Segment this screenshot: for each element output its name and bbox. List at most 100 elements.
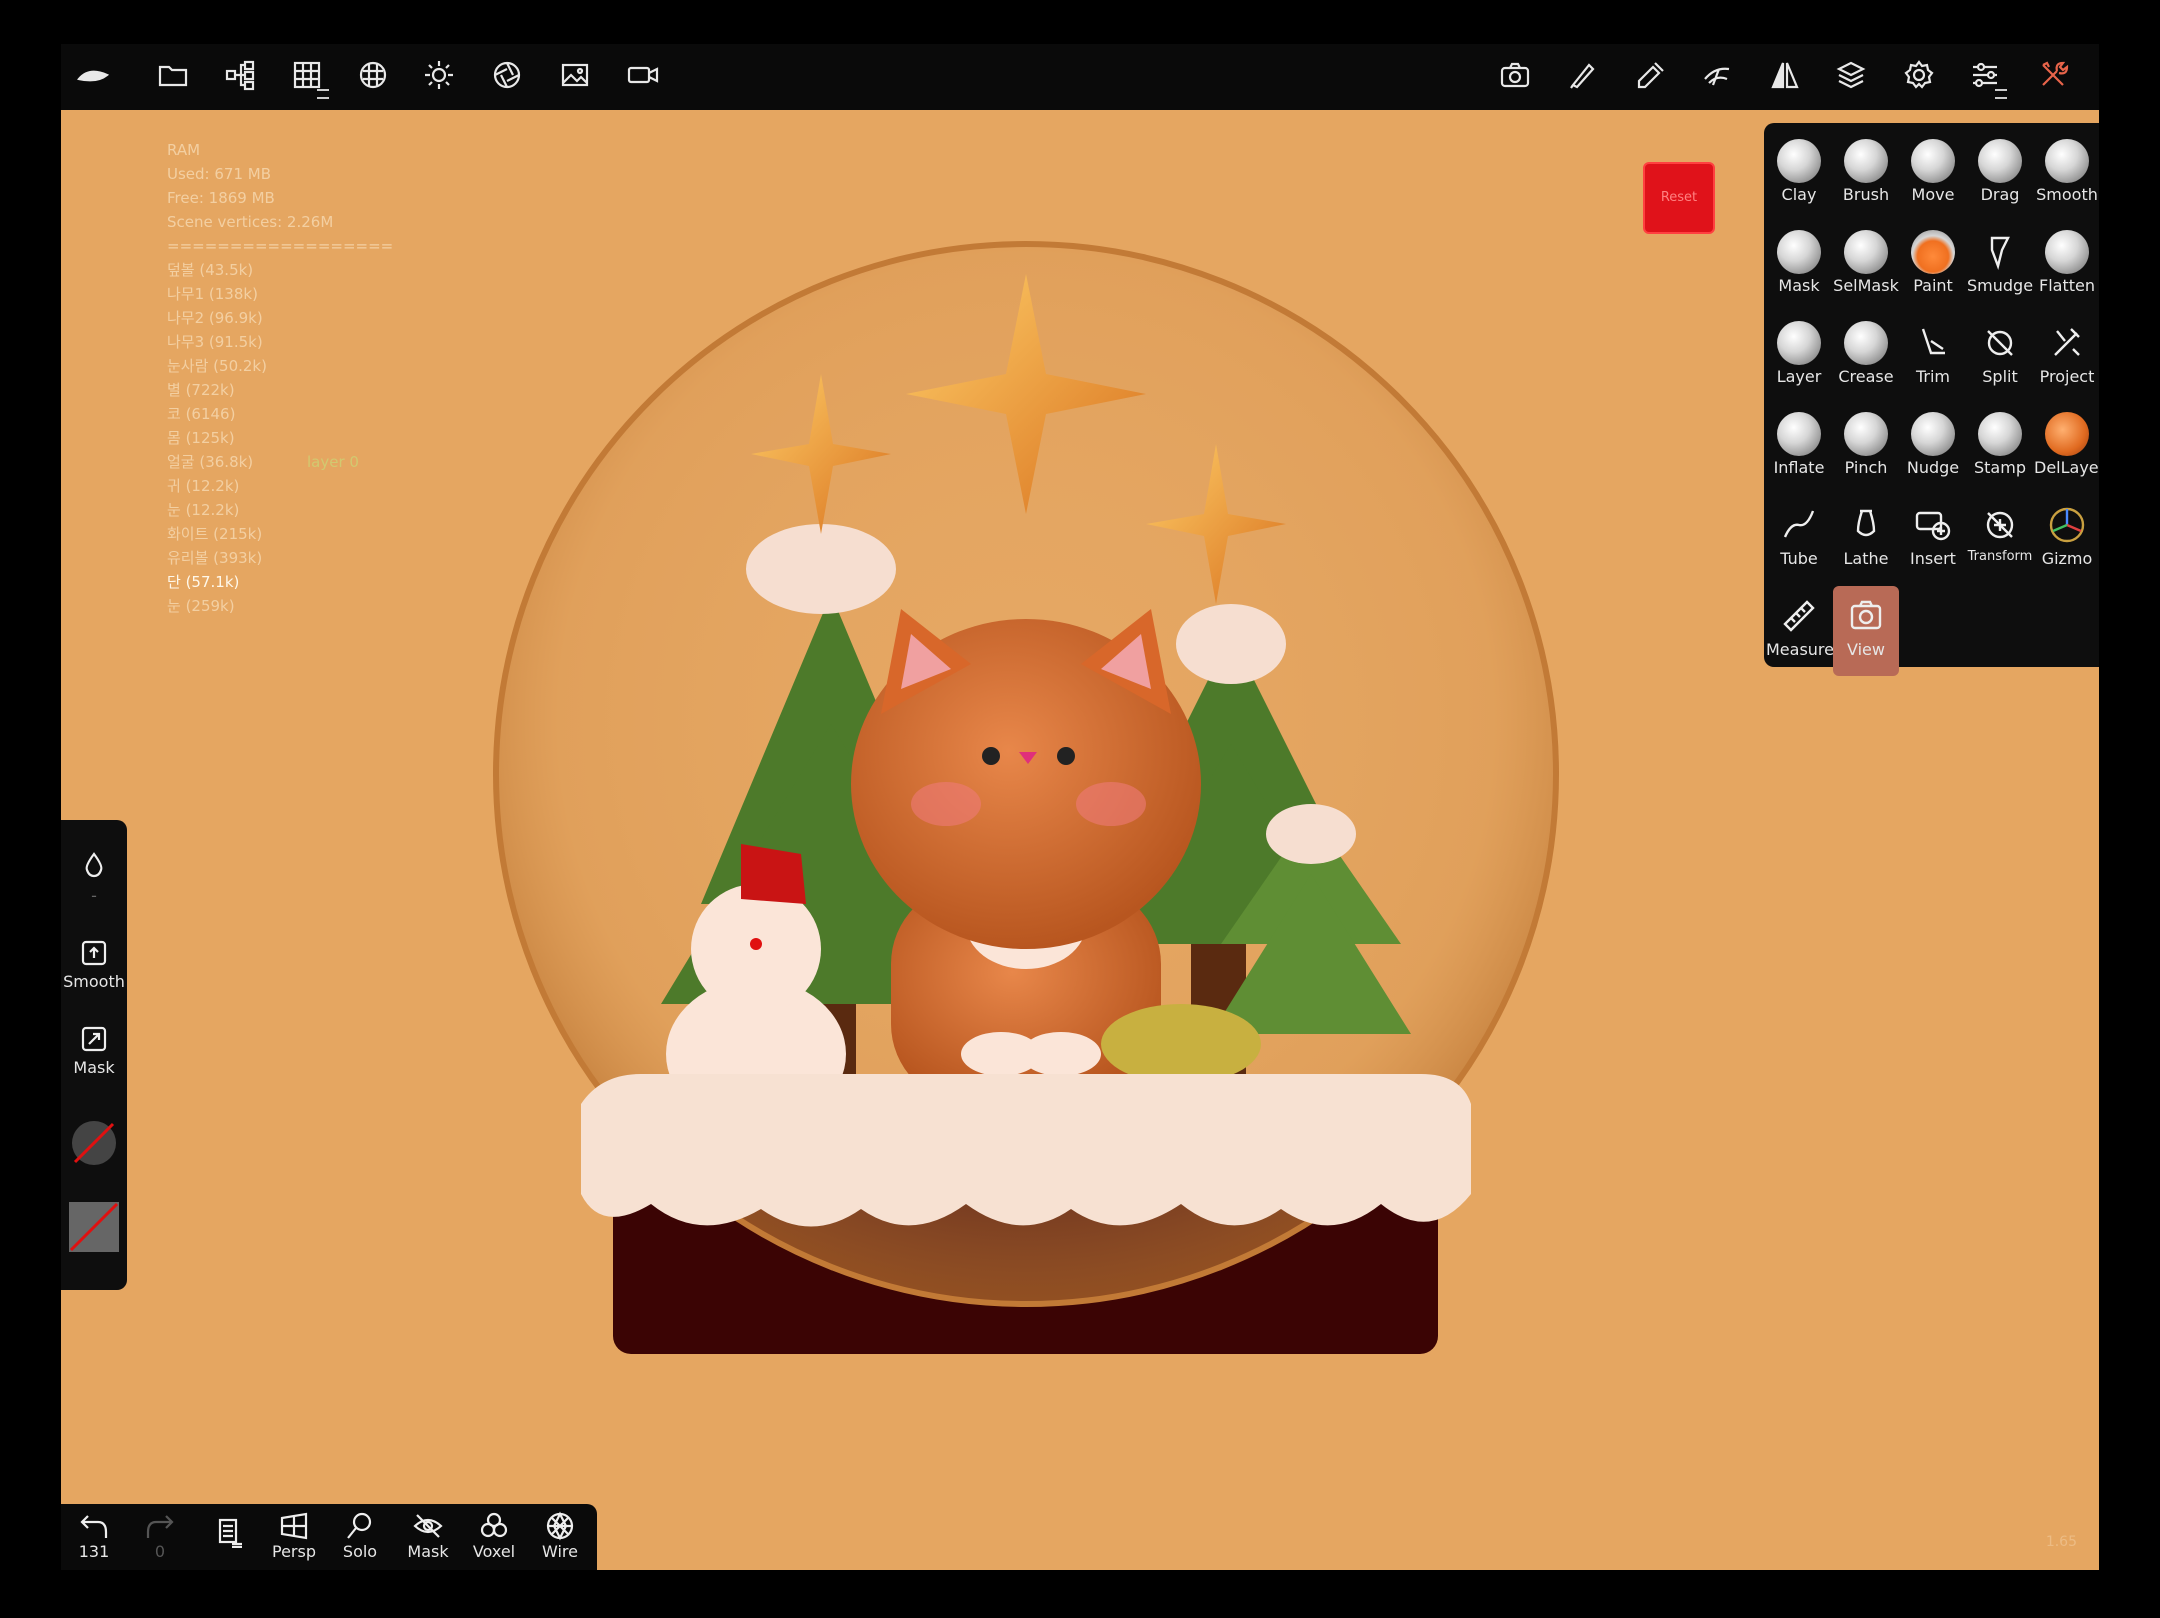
tool-insert[interactable]: Insert (1900, 495, 1966, 585)
scene-tree-icon[interactable] (221, 57, 261, 97)
drag-icon (1978, 139, 2022, 183)
redo-button[interactable]: 0 (127, 1508, 193, 1561)
viewport[interactable]: RAM Used: 671 MB Free: 1869 MB Scene vertic… (61, 44, 2099, 1570)
device-frame: RAM Used: 671 MB Free: 1869 MB Scene vertic… (0, 0, 2160, 1618)
stats-line: RAM (167, 141, 201, 159)
tool-move[interactable]: Move (1900, 131, 1966, 221)
video-icon[interactable] (623, 57, 663, 97)
voxel-button[interactable]: Voxel (461, 1508, 527, 1561)
settings-gear-icon[interactable] (1899, 57, 1939, 97)
object-list-item[interactable]: 덮볼 (43.5k) (167, 258, 393, 282)
stroke-tool-icon[interactable] (1697, 57, 1737, 97)
tube-icon (1777, 503, 1821, 547)
smooth-icon (2045, 139, 2089, 183)
tool-trim[interactable]: Trim (1900, 313, 1966, 403)
tool-gizmo[interactable]: Gizmo (2034, 495, 2099, 585)
object-list-item[interactable]: 나무1 (138k) (167, 282, 393, 306)
material-sphere-icon[interactable] (353, 57, 393, 97)
tool-mask[interactable]: Mask (1766, 222, 1832, 312)
paint-icon (1911, 230, 1955, 274)
tool-label: Paint (1913, 276, 1953, 295)
tool-stamp[interactable]: Stamp (1967, 404, 2033, 494)
wire-button[interactable]: Wire (527, 1508, 593, 1561)
dropper-icon[interactable] (61, 850, 127, 884)
material-swatch[interactable] (61, 1200, 127, 1258)
object-list-item[interactable]: 나무3 (91.5k) (167, 330, 393, 354)
tool-paint[interactable]: Paint (1900, 222, 1966, 312)
image-icon[interactable] (555, 57, 595, 97)
tool-label: DelLayer (2034, 458, 2099, 477)
tool-smooth[interactable]: Smooth (2034, 131, 2099, 221)
redo-icon (146, 1515, 174, 1538)
pinch-icon (1844, 412, 1888, 456)
tool-flatten[interactable]: Flatten (2034, 222, 2099, 312)
color-swatch[interactable] (61, 1118, 127, 1172)
object-list-item[interactable]: 단 (57.1k) (167, 570, 393, 594)
tool-inflate[interactable]: Inflate (1766, 404, 1832, 494)
object-list-item[interactable]: 몸 (125k) (167, 426, 393, 450)
tools-wrench-icon[interactable] (2033, 57, 2073, 97)
tool-lathe[interactable]: Lathe (1833, 495, 1899, 585)
tool-label: Smudge (1967, 276, 2034, 295)
smooth-toggle-button[interactable]: Smooth (61, 938, 127, 991)
mask-icon (1777, 230, 1821, 274)
top-toolbar (61, 44, 2099, 110)
mask-toggle-button[interactable]: Mask (61, 1024, 127, 1077)
sliders-icon[interactable] (1965, 57, 2007, 99)
tool-split[interactable]: Split (1967, 313, 2033, 403)
aperture-icon[interactable] (487, 57, 527, 97)
tool-layer[interactable]: Layer (1766, 313, 1832, 403)
solo-button[interactable]: Solo (327, 1508, 393, 1561)
layers-icon[interactable] (1831, 57, 1871, 97)
tool-selmask[interactable]: SelMask (1833, 222, 1899, 312)
tool-pinch[interactable]: Pinch (1833, 404, 1899, 494)
tool-crease[interactable]: Crease (1833, 313, 1899, 403)
smudge-icon (1978, 230, 2022, 274)
mask-visibility-button[interactable]: Mask (395, 1508, 461, 1561)
tool-transform[interactable]: Transform (1967, 495, 2033, 585)
nudge-icon (1911, 412, 1955, 456)
brush-pen-icon[interactable] (1563, 57, 1603, 97)
tool-project[interactable]: Project (2034, 313, 2099, 403)
crease-icon (1844, 321, 1888, 365)
folder-icon[interactable] (153, 57, 193, 97)
object-list-item[interactable]: 귀 (12.2k) (167, 474, 393, 498)
persp-button[interactable]: Persp (261, 1508, 327, 1561)
tool-drag[interactable]: Drag (1967, 131, 2033, 221)
version-label: 1.65 (2045, 1534, 2077, 1550)
object-list-item[interactable]: 화이트 (215k) (167, 522, 393, 546)
perspective-icon (280, 1512, 308, 1540)
object-list-item[interactable]: 눈 (259k) (167, 594, 393, 618)
tool-measure[interactable]: Measure (1766, 586, 1834, 676)
tool-smudge[interactable]: Smudge (1967, 222, 2033, 312)
reset-button[interactable]: Reset (1643, 162, 1715, 234)
tool-label: Drag (1980, 185, 2020, 204)
tool-dellayer[interactable]: DelLayer (2034, 404, 2099, 494)
tool-view[interactable]: View (1833, 586, 1899, 676)
tool-brush[interactable]: Brush (1833, 131, 1899, 221)
object-list-item[interactable]: 눈 (12.2k) (167, 498, 393, 522)
eyedropper-icon[interactable] (1631, 57, 1671, 97)
tool-nudge[interactable]: Nudge (1900, 404, 1966, 494)
object-list-item[interactable]: 눈사람 (50.2k) (167, 354, 393, 378)
notes-button[interactable] (195, 1514, 261, 1548)
trim-icon (1911, 321, 1955, 365)
tool-label: Trim (1915, 367, 1951, 386)
symmetry-icon[interactable] (1765, 57, 1805, 97)
object-list-item[interactable]: 얼굴 (36.8k) (167, 450, 393, 474)
clay-icon (1777, 139, 1821, 183)
smooth-toggle-label: Smooth (63, 972, 125, 991)
object-list-item[interactable]: 별 (722k) (167, 378, 393, 402)
sun-icon[interactable] (419, 57, 459, 97)
object-list-item[interactable]: 나무2 (96.9k) (167, 306, 393, 330)
logo-icon[interactable] (73, 57, 113, 97)
move-icon (1911, 139, 1955, 183)
camera-icon[interactable] (1495, 57, 1535, 97)
undo-button[interactable]: 131 (61, 1508, 127, 1561)
object-list-item[interactable]: 유리볼 (393k) (167, 546, 393, 570)
tool-tube[interactable]: Tube (1766, 495, 1832, 585)
stats-line: Free: 1869 MB (167, 189, 275, 207)
tool-clay[interactable]: Clay (1766, 131, 1832, 221)
object-list-item[interactable]: 코 (6146) (167, 402, 393, 426)
grid-icon[interactable] (287, 57, 329, 99)
